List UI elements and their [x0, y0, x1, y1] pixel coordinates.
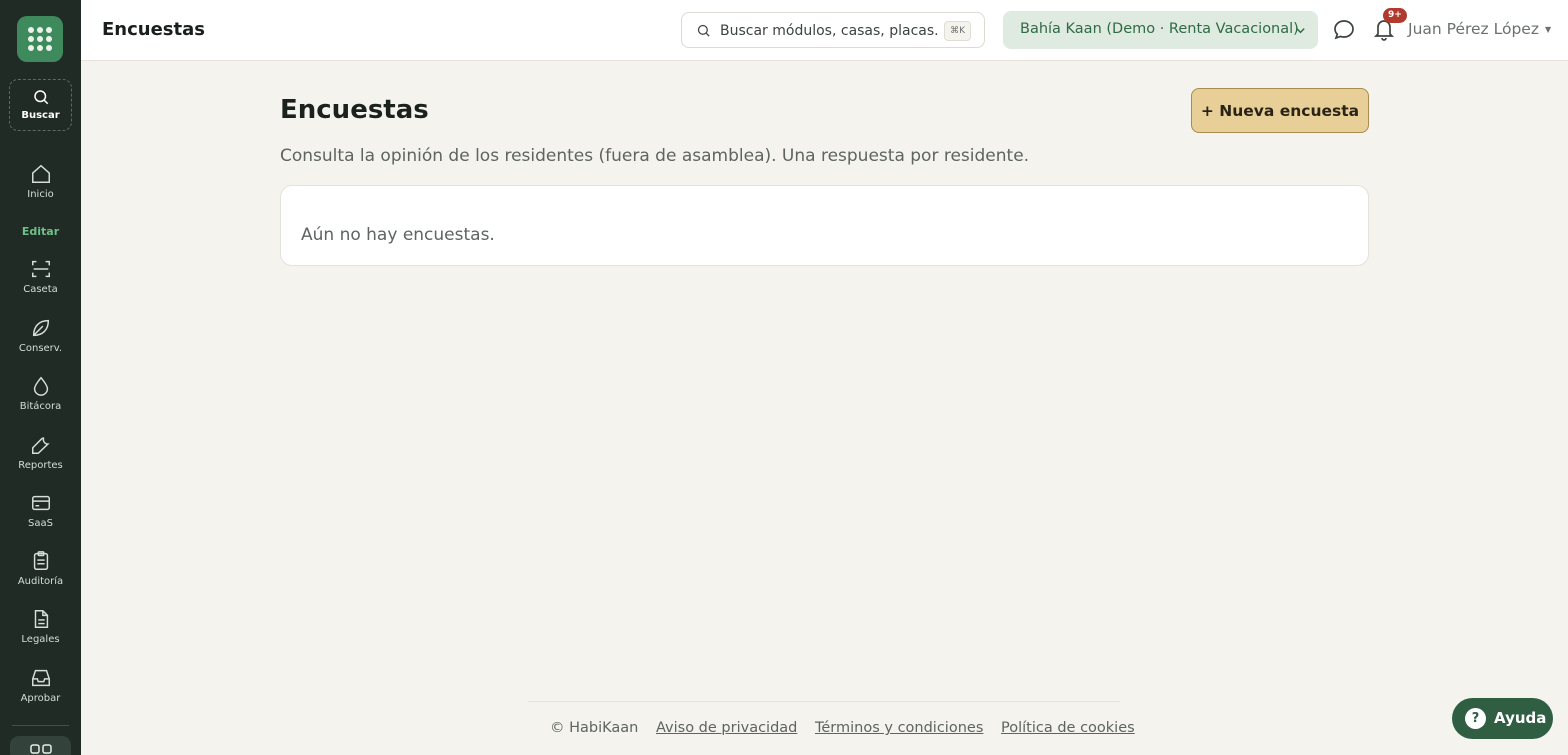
sidebar-item-label: SaaS [28, 518, 53, 529]
sidebar: Buscar Inicio Editar Caseta Conserv. Bit… [0, 0, 81, 755]
layout-icon [29, 744, 52, 754]
sidebar-item-legales[interactable]: Legales [0, 608, 81, 645]
sidebar-item-label: Aprobar [20, 693, 61, 704]
sidebar-item-aprobar[interactable]: Aprobar [0, 667, 81, 704]
footer-link-privacy[interactable]: Aviso de privacidad [656, 720, 797, 736]
organization-name: Bahía Kaan (Demo · Renta Vacacional) [1020, 21, 1299, 37]
apps-grid-icon[interactable] [17, 16, 63, 62]
help-button[interactable]: ? Ayuda [1452, 698, 1553, 739]
sidebar-item-label: Auditoría [17, 576, 64, 587]
sidebar-item-label: Inicio [27, 189, 54, 200]
sidebar-divider [12, 725, 69, 726]
user-menu[interactable]: Juan Pérez López ▼ [1408, 20, 1551, 38]
sidebar-item-label: Bitácora [19, 401, 62, 412]
sidebar-item-label: Conserv. [18, 343, 63, 354]
surveys-empty-card: Aún no hay encuestas. [280, 185, 1369, 266]
document-icon [34, 610, 48, 628]
home-icon [31, 164, 50, 183]
leaf-icon [32, 319, 49, 337]
top-bar: Encuestas ⌘K Bahía Kaan (Demo · Renta Va… [81, 0, 1568, 61]
page-title: Encuestas [280, 95, 429, 125]
search-shortcut-hint: ⌘K [944, 21, 971, 41]
sidebar-item-caseta[interactable]: Caseta [0, 258, 81, 295]
chat-icon[interactable] [1332, 18, 1356, 42]
sidebar-item-label: Caseta [23, 284, 58, 295]
footer-link-cookies[interactable]: Política de cookies [1001, 720, 1135, 736]
sidebar-item-auditoria[interactable]: Auditoría [0, 550, 81, 587]
sidebar-item-bitacora[interactable]: Bitácora [0, 375, 81, 412]
header-title: Encuestas [102, 19, 205, 40]
user-name: Juan Pérez López [1408, 20, 1539, 38]
sidebar-collapse-button[interactable] [10, 736, 71, 755]
organization-selector[interactable]: Bahía Kaan (Demo · Renta Vacacional) [1003, 11, 1318, 49]
sidebar-item-label: Reportes [18, 460, 63, 471]
sidebar-item-reportes[interactable]: Reportes [0, 434, 81, 471]
footer-copyright: © HabiKaan [550, 720, 639, 736]
search-icon [33, 90, 48, 105]
wrench-icon [31, 437, 50, 454]
sidebar-search-button[interactable]: Buscar [9, 79, 72, 131]
chevron-down-icon [1296, 28, 1305, 34]
inbox-icon [31, 669, 50, 687]
help-label: Ayuda [1494, 709, 1547, 727]
empty-state-message: Aún no hay encuestas. [301, 225, 495, 245]
search-icon [697, 24, 710, 37]
question-icon: ? [1465, 708, 1486, 729]
sidebar-item-conserv[interactable]: Conserv. [0, 317, 81, 354]
search-input[interactable] [720, 21, 940, 41]
sidebar-item-saas[interactable]: SaaS [0, 492, 81, 529]
caret-down-icon: ▼ [1544, 25, 1552, 34]
notification-badge: 9+ [1383, 8, 1407, 23]
new-survey-button[interactable]: + Nueva encuesta [1191, 88, 1369, 133]
sidebar-search-label: Buscar [21, 110, 60, 121]
page-subtitle: Consulta la opinión de los residentes (f… [280, 146, 1030, 166]
droplet-icon [33, 376, 48, 396]
footer-link-terms[interactable]: Términos y condiciones [815, 720, 983, 736]
clipboard-icon [33, 551, 48, 570]
sidebar-item-inicio[interactable]: Inicio [0, 163, 81, 200]
footer: © HabiKaan Aviso de privacidad Términos … [550, 720, 1135, 736]
scan-icon [31, 260, 50, 278]
footer-divider [528, 701, 1120, 702]
sidebar-item-label: Legales [21, 634, 60, 645]
card-icon [31, 495, 50, 511]
global-search[interactable]: ⌘K [681, 12, 985, 48]
sidebar-section-editar: Editar [21, 225, 60, 238]
